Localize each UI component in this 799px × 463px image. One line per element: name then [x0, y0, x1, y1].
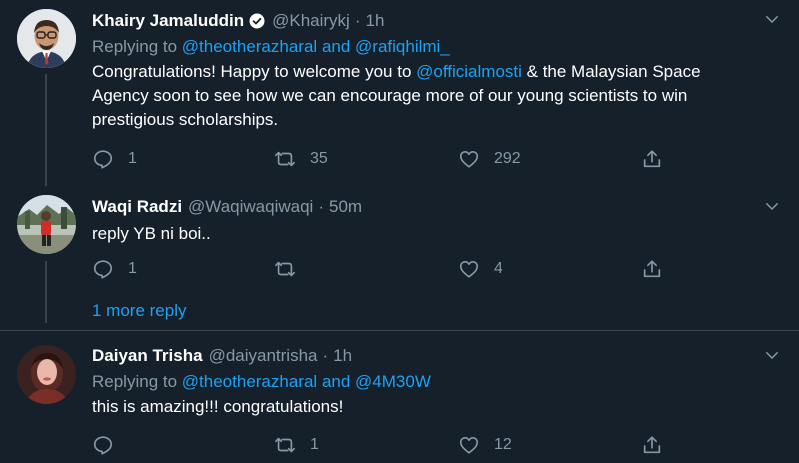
share-icon: [643, 150, 661, 168]
like-button[interactable]: 12: [458, 434, 512, 456]
reply-button[interactable]: 1: [92, 258, 137, 280]
display-name[interactable]: Waqi Radzi: [92, 196, 182, 218]
mention-link[interactable]: @rafiqhilmi_: [355, 37, 450, 56]
share-icon: [643, 260, 661, 278]
handle[interactable]: @Waqiwaqiwaqi: [188, 196, 313, 218]
show-more-replies-link[interactable]: 1 more reply: [92, 301, 186, 321]
timestamp[interactable]: 1h: [333, 345, 352, 367]
like-button[interactable]: 4: [458, 258, 503, 280]
replying-to: Replying to @theotherazharal and @rafiqh…: [92, 37, 450, 56]
reply-icon: [93, 260, 113, 279]
tweet-text: reply YB ni boi..: [92, 224, 211, 243]
like-button[interactable]: 292: [458, 148, 521, 170]
mention-link[interactable]: @officialmosti: [416, 62, 522, 81]
thread-line: [45, 261, 47, 323]
avatar-waqi[interactable]: [17, 195, 76, 254]
retweet-button[interactable]: [274, 258, 310, 280]
like-count: 12: [494, 436, 512, 453]
tweet-text: Congratulations! Happy to welcome you to…: [92, 62, 701, 129]
tweet-text: this is amazing!!! congratulations!: [92, 397, 344, 416]
avatar-khairy[interactable]: [17, 9, 76, 68]
like-count: 292: [494, 150, 521, 167]
tweet-actions: 1 4: [92, 258, 692, 282]
mention-link[interactable]: @4M30W: [355, 372, 431, 391]
share-icon: [643, 436, 661, 454]
handle[interactable]: @Khairykj: [272, 10, 350, 32]
like-icon: [459, 437, 479, 454]
reply-count: 1: [128, 260, 137, 277]
handle[interactable]: @daiyantrisha: [209, 345, 318, 367]
share-button[interactable]: [641, 258, 663, 280]
chevron-down-icon[interactable]: [763, 10, 781, 28]
chevron-down-icon[interactable]: [763, 346, 781, 364]
display-name[interactable]: Khairy Jamaluddin: [92, 10, 244, 32]
tweet-waqi[interactable]: Waqi Radzi @Waqiwaqiwaqi · 50m reply YB …: [0, 195, 799, 330]
like-icon: [459, 151, 479, 168]
retweet-icon: [275, 151, 295, 167]
separator-dot: ·: [322, 346, 329, 365]
retweet-button[interactable]: 1: [274, 434, 319, 456]
retweet-count: 1: [310, 436, 319, 453]
share-button[interactable]: [641, 434, 663, 456]
tweet-actions: 1 12: [92, 434, 692, 458]
replying-and[interactable]: and: [322, 37, 350, 56]
like-icon: [459, 261, 479, 278]
reply-count: 1: [128, 150, 137, 167]
reply-icon: [93, 436, 113, 455]
separator-dot: ·: [318, 197, 325, 216]
tweet-actions: 1 35 292: [92, 148, 692, 172]
chevron-down-icon[interactable]: [763, 197, 781, 215]
verified-badge-icon: [249, 13, 265, 29]
tweet-header: Waqi Radzi @Waqiwaqiwaqi · 50m: [92, 196, 759, 218]
tweet-header: Daiyan Trisha @daiyantrisha · 1h: [92, 345, 759, 367]
mention-link[interactable]: @theotherazharal: [182, 37, 317, 56]
tweet-khairy[interactable]: Khairy Jamaluddin @Khairykj · 1h Replyin…: [0, 0, 799, 195]
retweet-count: 35: [310, 150, 328, 167]
replying-to: Replying to @theotherazharal and @4M30W: [92, 372, 431, 391]
timestamp[interactable]: 50m: [329, 196, 362, 218]
retweet-icon: [275, 437, 295, 453]
like-count: 4: [494, 260, 503, 277]
separator-dot: ·: [354, 11, 361, 30]
reply-button[interactable]: 1: [92, 148, 137, 170]
tweet-header: Khairy Jamaluddin @Khairykj · 1h: [92, 10, 759, 32]
avatar-daiyan[interactable]: [17, 345, 76, 404]
retweet-button[interactable]: 35: [274, 148, 328, 170]
reply-icon: [93, 150, 113, 169]
mention-link[interactable]: @theotherazharal: [182, 372, 317, 391]
retweet-icon: [275, 261, 295, 277]
timestamp[interactable]: 1h: [366, 10, 385, 32]
tweet-daiyan[interactable]: Daiyan Trisha @daiyantrisha · 1h Replyin…: [0, 331, 799, 463]
display-name[interactable]: Daiyan Trisha: [92, 345, 203, 367]
replying-and[interactable]: and: [322, 372, 350, 391]
reply-button[interactable]: [92, 434, 128, 456]
share-button[interactable]: [641, 148, 663, 170]
thread-line: [45, 74, 47, 186]
